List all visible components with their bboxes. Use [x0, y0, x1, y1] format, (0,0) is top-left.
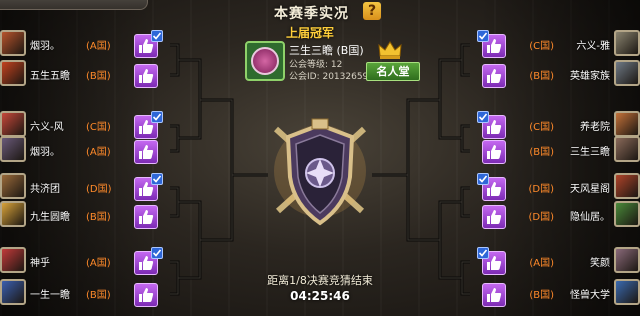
team-name: 三生三瞻 [570, 147, 610, 158]
team-group-tag: (A国) [529, 258, 554, 269]
team-avatar[interactable] [614, 173, 640, 199]
team-group-tag: (D国) [528, 212, 554, 223]
team-avatar[interactable] [614, 111, 640, 137]
team-name: 六义-风 [30, 122, 64, 133]
thumbs-up-icon [139, 145, 154, 159]
team-avatar[interactable] [614, 247, 640, 273]
team-group-tag: (D国) [86, 184, 112, 195]
team-avatar[interactable] [0, 201, 26, 227]
team-group-tag: (B国) [86, 212, 111, 223]
team-avatar[interactable] [614, 60, 640, 86]
team-name: 烟羽。 [30, 41, 60, 52]
check-icon [477, 111, 489, 123]
team-name: 共济团 [30, 184, 60, 195]
team-name: 养老院 [580, 122, 610, 133]
like-button[interactable] [482, 205, 506, 229]
team-group-tag: (A国) [86, 147, 111, 158]
check-icon [477, 247, 489, 259]
team-avatar[interactable] [614, 30, 640, 56]
thumbs-up-icon [487, 210, 502, 224]
team-slot[interactable]: 隐仙居。 (D国) [470, 201, 640, 231]
countdown-timer: 04:25:46 [290, 289, 350, 303]
check-icon [151, 173, 163, 185]
team-name: 神乎 [30, 258, 50, 269]
team-name: 笑颜 [590, 258, 610, 269]
team-name: 五生五瞻 [30, 71, 70, 82]
check-icon [477, 30, 489, 42]
team-avatar[interactable] [0, 60, 26, 86]
team-name: 烟羽。 [30, 147, 60, 158]
thumbs-up-icon [139, 210, 154, 224]
thumbs-up-icon [139, 69, 154, 83]
team-avatar[interactable] [0, 136, 26, 162]
team-slot[interactable]: 烟羽。 (A国) [0, 136, 170, 166]
team-avatar[interactable] [614, 136, 640, 162]
team-slot[interactable]: 烟羽。 (A国) [0, 30, 170, 60]
team-slot[interactable]: 共济团 (D国) [0, 173, 170, 203]
team-slot[interactable]: 三生三瞻 (B国) [470, 136, 640, 166]
team-name: 天风星阁 [570, 184, 610, 195]
team-group-tag: (C国) [86, 122, 111, 133]
team-name: 九生圆瞻 [30, 212, 70, 223]
team-avatar[interactable] [0, 30, 26, 56]
check-icon [477, 173, 489, 185]
like-button[interactable] [482, 140, 506, 164]
thumbs-up-icon [487, 69, 502, 83]
like-button[interactable] [134, 140, 158, 164]
trophy-shield-icon [273, 118, 367, 226]
team-group-tag: (C国) [529, 41, 554, 52]
team-name: 六义-雅 [576, 41, 610, 52]
team-group-tag: (D国) [528, 184, 554, 195]
team-group-tag: (B国) [86, 71, 111, 82]
check-icon [151, 111, 163, 123]
team-avatar[interactable] [0, 173, 26, 199]
team-slot[interactable]: 六义-雅 (C国) [470, 30, 640, 60]
team-group-tag: (B国) [529, 147, 554, 158]
countdown-label: 距离1/8决赛竞猜结束 [267, 274, 373, 287]
team-slot[interactable]: 九生圆瞻 (B国) [0, 201, 170, 231]
team-avatar[interactable] [0, 247, 26, 273]
like-button[interactable] [482, 64, 506, 88]
team-avatar[interactable] [0, 111, 26, 137]
team-group-tag: (A国) [86, 41, 111, 52]
team-name: 隐仙居。 [570, 212, 610, 223]
team-slot[interactable]: 天风星阁 (D国) [470, 173, 640, 203]
thumbs-up-icon [487, 145, 502, 159]
like-button[interactable] [134, 64, 158, 88]
check-icon [151, 247, 163, 259]
team-avatar[interactable] [614, 201, 640, 227]
team-name: 英雄家族 [570, 71, 610, 82]
check-icon [151, 30, 163, 42]
team-group-tag: (A国) [86, 258, 111, 269]
team-slot[interactable]: 英雄家族 (B国) [470, 60, 640, 90]
team-slot[interactable]: 五生五瞻 (B国) [0, 60, 170, 90]
like-button[interactable] [134, 205, 158, 229]
team-group-tag: (B国) [529, 71, 554, 82]
team-group-tag: (C国) [529, 122, 554, 133]
